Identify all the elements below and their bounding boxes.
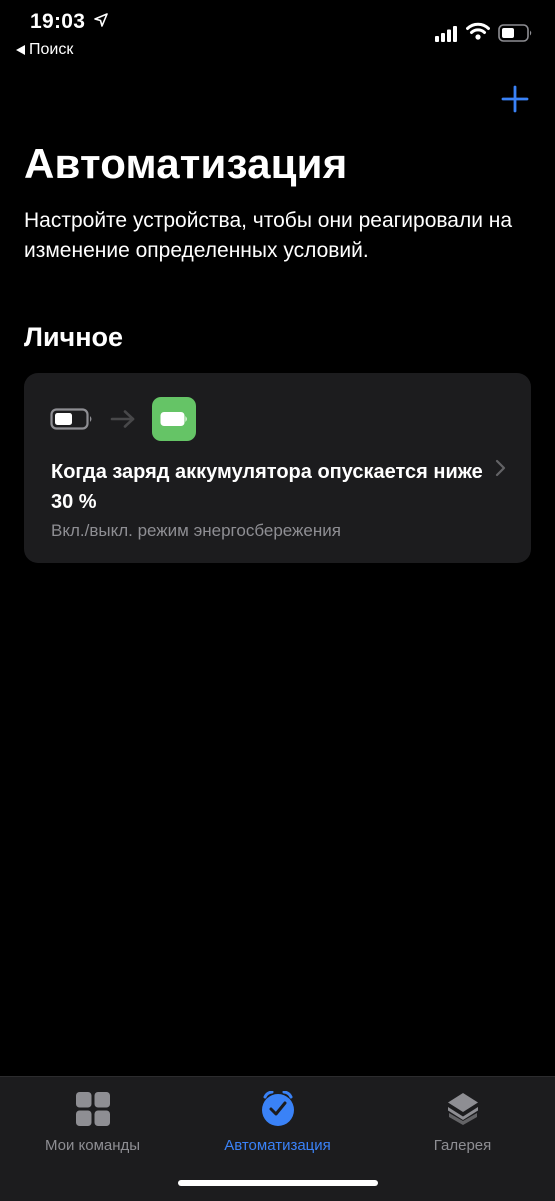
home-indicator[interactable] [178,1180,378,1186]
tab-label-automation: Автоматизация [224,1137,331,1154]
arrow-right-icon [110,410,135,428]
tab-label-gallery: Галерея [433,1137,492,1154]
grid-icon [75,1092,110,1126]
battery-status-icon [498,24,532,42]
automation-title: Когда заряд аккумулятора опускается ниже… [51,461,483,513]
battery-low-icon [50,408,92,430]
add-automation-button[interactable] [498,82,532,116]
wifi-icon [466,22,490,40]
tab-automation[interactable]: Автоматизация [185,1091,370,1154]
battery-green-icon [160,412,187,426]
tab-my-commands[interactable]: Мои команды [0,1091,185,1154]
page-subtitle: Настройте устройства, чтобы они реагиров… [24,209,513,262]
status-bar: 19:03 Поиск [0,0,555,70]
automation-card[interactable]: Когда заряд аккумулятора опускается ниже… [24,373,531,563]
back-triangle-icon [16,45,25,55]
section-title-personal: Личное [24,322,124,352]
battery-green-tile [152,397,196,441]
back-to-search-link[interactable]: Поиск [16,41,73,59]
location-arrow-icon [94,13,108,27]
cellular-signal-icon [435,26,457,42]
clock-icon [261,1091,294,1126]
tab-gallery[interactable]: Галерея [370,1091,555,1154]
chevron-right-icon [495,459,506,477]
status-time: 19:03 [30,10,86,33]
tab-label-my-commands: Мои команды [44,1137,141,1154]
automation-icons [50,397,196,441]
page-title: Автоматизация [24,140,348,187]
back-label: Поиск [29,41,74,58]
layers-icon [447,1093,478,1125]
automation-subtitle: Вкл./выкл. режим энергосбережения [51,521,341,540]
